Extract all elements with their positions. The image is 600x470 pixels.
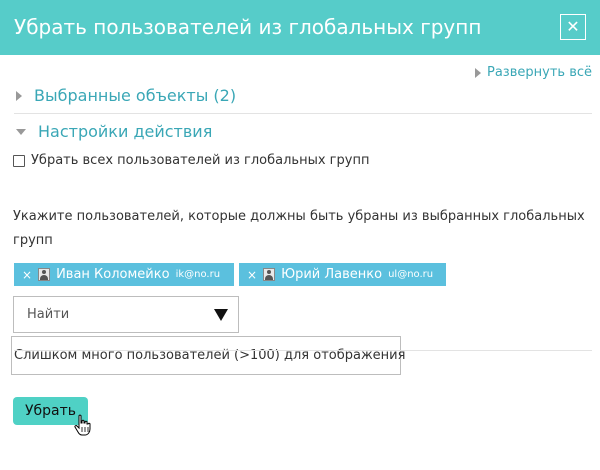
remove-all-checkbox[interactable] — [13, 154, 25, 167]
user-search-select[interactable]: Найти — [13, 296, 239, 333]
section-label: Выбранные объекты (2) — [34, 86, 237, 105]
divider — [14, 113, 592, 114]
too-many-users-message: Слишком много пользователей (>100) для о… — [11, 336, 405, 375]
selected-user-chip: × Юрий Лавенко ul@no.ru — [239, 263, 446, 286]
section-action-settings[interactable]: Настройки действия — [16, 122, 212, 141]
dropdown-arrow-icon[interactable] — [214, 308, 228, 321]
user-icon — [38, 268, 51, 281]
selected-user-chip: × Иван Коломейко ik@no.ru — [14, 263, 234, 286]
section-selected-objects[interactable]: Выбранные объекты (2) — [16, 86, 236, 105]
chip-user-name: Юрий Лавенко — [281, 267, 383, 282]
remove-chip-icon[interactable]: × — [22, 268, 32, 282]
expand-all-link[interactable]: Развернуть всё — [475, 65, 592, 80]
chip-user-email: ul@no.ru — [388, 269, 434, 280]
caret-right-icon — [16, 90, 22, 101]
expand-all-label: Развернуть всё — [487, 65, 592, 80]
chip-user-email: ik@no.ru — [175, 269, 221, 280]
remove-chip-icon[interactable]: × — [247, 268, 257, 282]
user-icon — [263, 268, 276, 281]
hand-pointer-icon — [74, 414, 91, 436]
remove-all-label: Убрать всех пользователей из глобальных … — [31, 153, 370, 168]
divider — [14, 350, 592, 351]
dialog-title: Убрать пользователей из глобальных групп — [14, 15, 482, 39]
close-button[interactable]: ✕ — [560, 14, 586, 40]
remove-all-option[interactable]: Убрать всех пользователей из глобальных … — [13, 153, 369, 168]
close-icon: ✕ — [566, 17, 580, 36]
caret-down-icon — [16, 128, 26, 135]
chip-user-name: Иван Коломейко — [56, 267, 170, 282]
search-placeholder: Найти — [27, 307, 70, 322]
instruction-text: Укажите пользователей, которые должны бы… — [13, 209, 585, 248]
caret-right-icon — [475, 67, 481, 78]
dialog-header: Убрать пользователей из глобальных групп… — [0, 0, 600, 55]
section-label: Настройки действия — [38, 122, 213, 141]
